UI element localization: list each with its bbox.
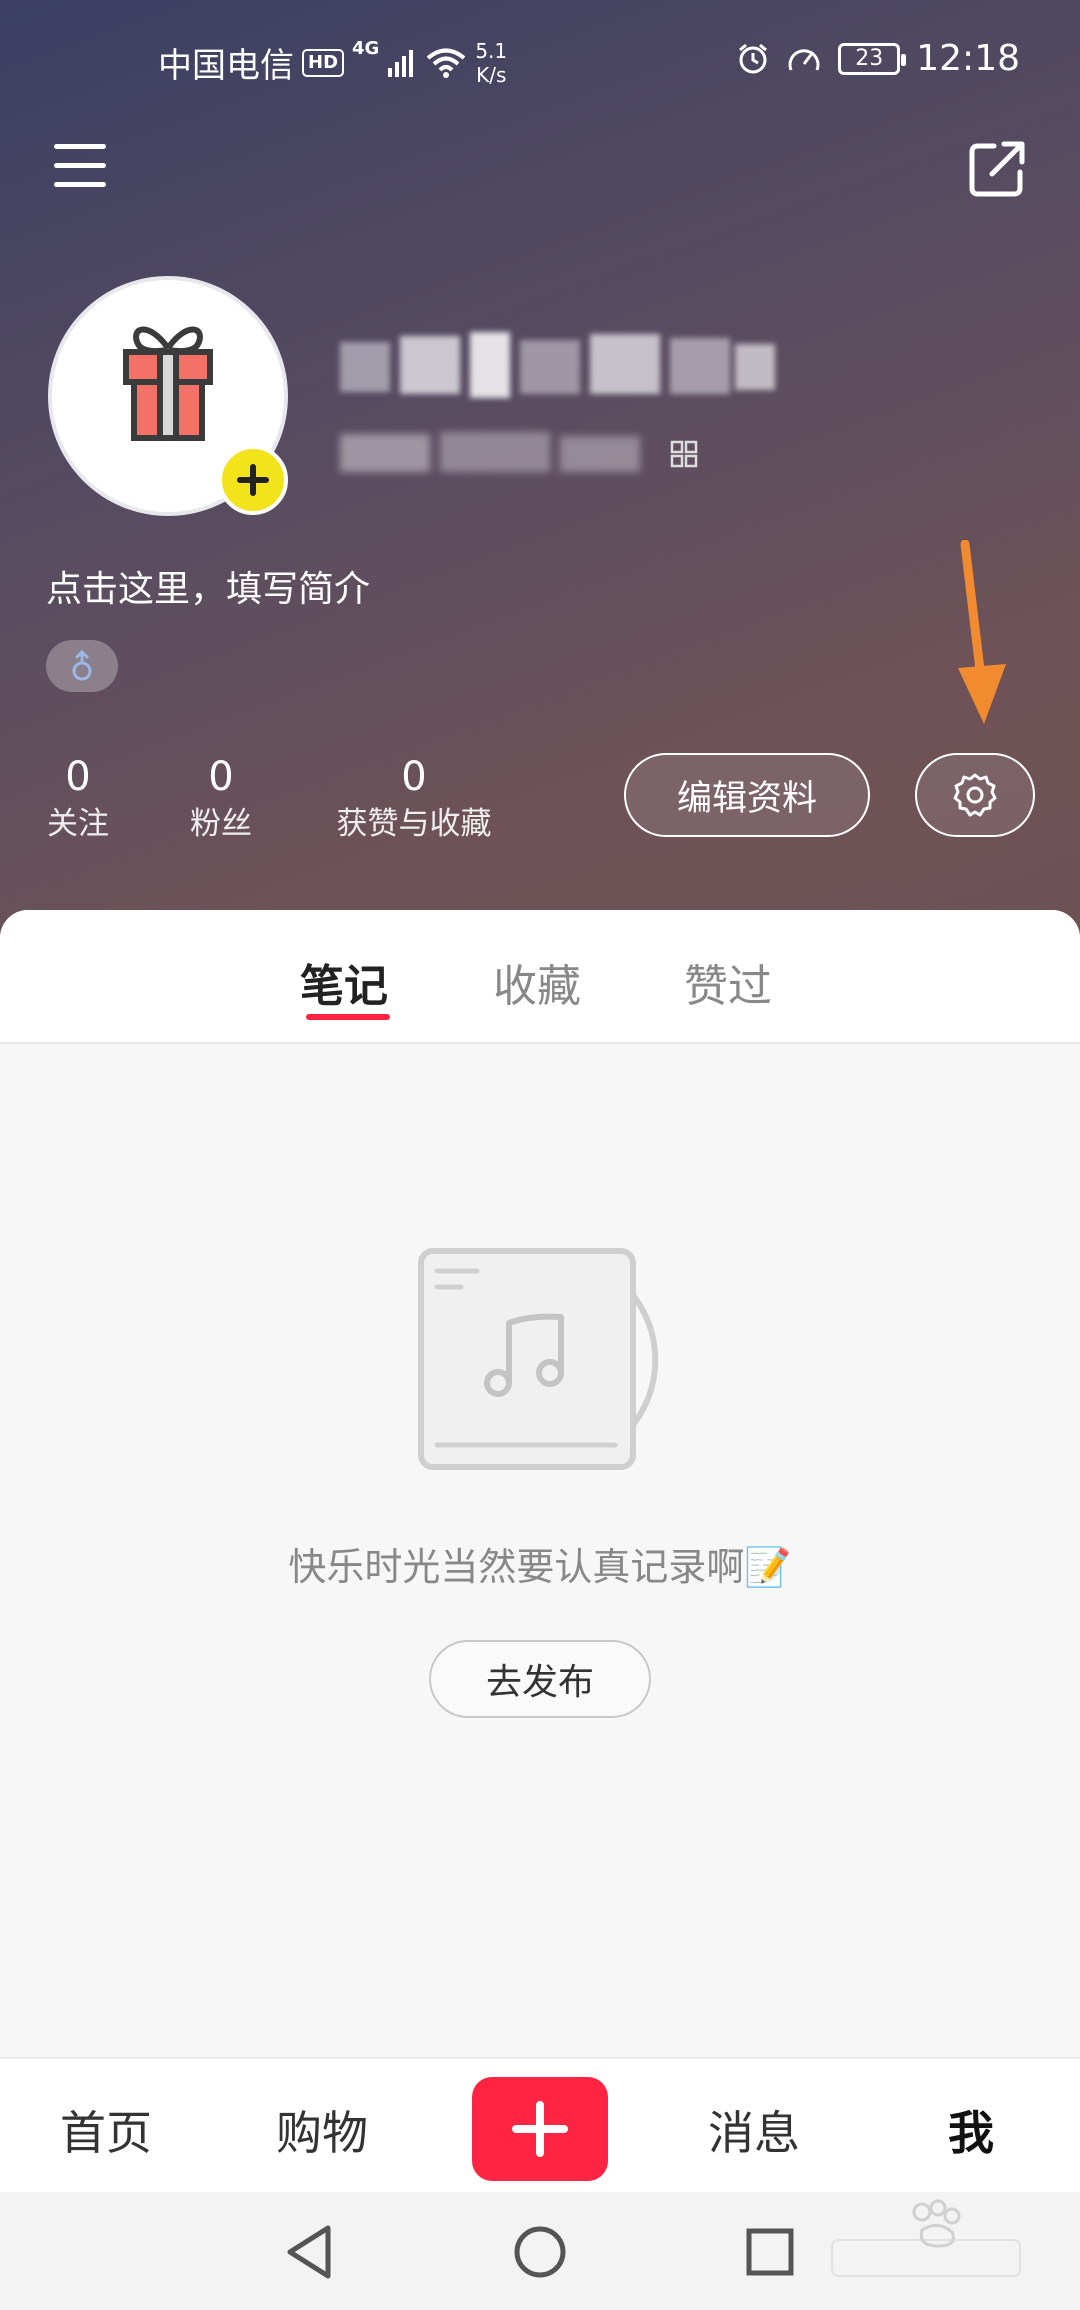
create-post-button[interactable] <box>472 2077 608 2181</box>
likes-count: 0 <box>401 754 427 800</box>
speed-value: 5.1 <box>475 38 508 63</box>
menu-icon <box>54 144 106 149</box>
gender-badge[interactable] <box>46 640 118 692</box>
tab-bar: 笔记 收藏 赞过 <box>0 910 1080 1044</box>
recents-icon[interactable] <box>740 2222 800 2282</box>
qr-code-icon[interactable] <box>670 440 698 468</box>
add-avatar-button[interactable] <box>218 445 288 515</box>
home-circle-icon[interactable] <box>510 2222 570 2282</box>
bottom-nav: 首页 购物 消息 我 <box>0 2057 1080 2192</box>
share-icon[interactable] <box>966 138 1028 200</box>
music-record-icon <box>418 1248 659 1470</box>
plus-icon <box>512 2101 568 2157</box>
carrier-label: 中国电信 <box>158 46 294 86</box>
empty-state-message: 快乐时光当然要认真记录啊📝 <box>288 1545 792 1589</box>
status-left: 中国电信 HD 4G 5.1 K/s <box>158 38 507 87</box>
tab-notes[interactable]: 笔记 <box>300 950 388 1014</box>
stat-following[interactable]: 0 关注 <box>40 752 116 846</box>
menu-icon-line <box>54 182 106 187</box>
annotation-arrow-icon <box>958 540 1006 724</box>
likes-label: 获赞与收藏 <box>336 806 492 842</box>
battery-icon: 23 <box>838 42 907 75</box>
plus-icon <box>237 464 269 496</box>
active-tab-indicator <box>306 1014 390 1020</box>
status-bar: 中国电信 HD 4G 5.1 K/s 23 12:18 <box>0 0 1080 125</box>
speedometer-icon <box>788 48 820 71</box>
hd-badge: HD <box>302 48 345 77</box>
nav-messages[interactable]: 消息 <box>708 2097 800 2163</box>
edit-profile-button[interactable]: 编辑资料 <box>624 753 870 837</box>
user-id-redacted <box>340 432 640 472</box>
status-right: 23 12:18 <box>736 38 1020 79</box>
alarm-icon <box>739 43 768 73</box>
signal-icon <box>388 49 414 77</box>
followers-label: 粉丝 <box>190 806 252 842</box>
stat-likes-collects[interactable]: 0 获赞与收藏 <box>326 752 502 846</box>
username-redacted <box>340 332 775 398</box>
network-speed: 5.1 K/s <box>475 39 507 87</box>
settings-button[interactable] <box>915 753 1035 837</box>
wifi-icon <box>427 48 466 78</box>
menu-button[interactable] <box>52 140 110 192</box>
stat-followers[interactable]: 0 粉丝 <box>183 752 259 846</box>
publish-button[interactable]: 去发布 <box>429 1640 651 1718</box>
clock: 12:18 <box>916 38 1020 79</box>
nav-home[interactable]: 首页 <box>60 2097 152 2163</box>
nav-shopping[interactable]: 购物 <box>276 2097 368 2163</box>
network-type: 4G <box>352 38 380 59</box>
back-icon[interactable] <box>280 2222 340 2282</box>
followers-count: 0 <box>208 754 234 800</box>
speed-unit: K/s <box>476 62 507 87</box>
following-label: 关注 <box>47 806 109 842</box>
following-count: 0 <box>65 754 91 800</box>
male-icon <box>72 649 92 681</box>
gear-icon <box>953 773 997 817</box>
content-panel: 笔记 收藏 赞过 <box>0 910 1080 2057</box>
nav-me[interactable]: 我 <box>948 2097 994 2163</box>
menu-icon-line <box>54 163 106 168</box>
watermark-logo-icon <box>831 2199 1021 2277</box>
bio-placeholder[interactable]: 点击这里，填写简介 <box>46 560 370 612</box>
tab-liked[interactable]: 赞过 <box>684 950 772 1014</box>
tab-collections[interactable]: 收藏 <box>493 950 581 1014</box>
